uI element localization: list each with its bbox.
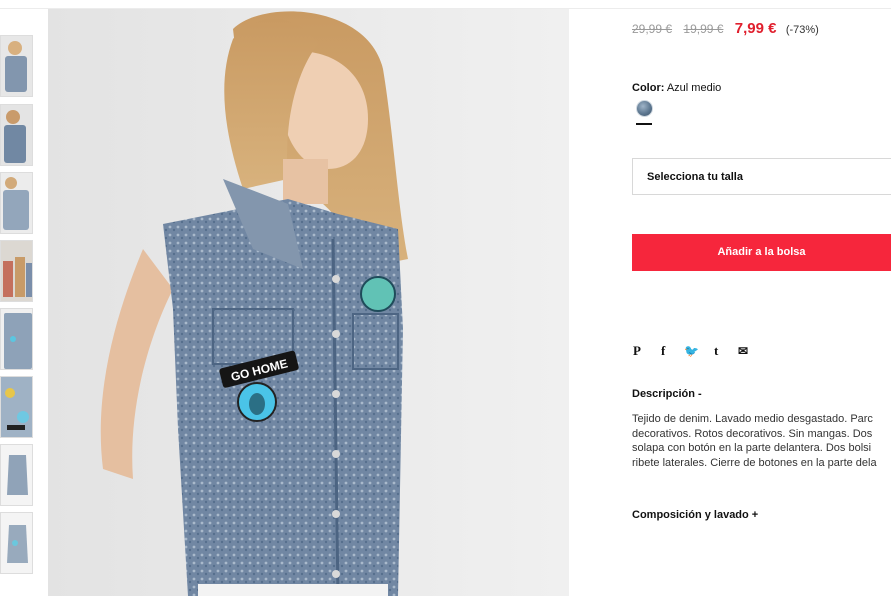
product-info-panel: 29,99 € 19,99 € 7,99 € (-73%) Color: Azu… bbox=[632, 0, 891, 596]
facebook-icon[interactable]: f bbox=[661, 343, 665, 359]
description-line-1: Tejido de denim. Lavado medio desgastado… bbox=[632, 413, 873, 425]
product-image[interactable]: GO HOME bbox=[48, 9, 569, 596]
thumbnail-7[interactable] bbox=[0, 444, 33, 506]
color-label-key: Color: bbox=[632, 82, 665, 94]
composition-toggle[interactable]: Composición y lavado + bbox=[632, 509, 758, 521]
email-icon[interactable]: ✉ bbox=[738, 343, 748, 359]
price-row: 29,99 € 19,99 € 7,99 € (-73%) bbox=[632, 20, 819, 37]
pinterest-icon[interactable]: P bbox=[633, 343, 641, 359]
color-label: Color: Azul medio bbox=[632, 82, 721, 94]
add-to-bag-button[interactable]: Añadir a la bolsa bbox=[632, 234, 891, 271]
tumblr-icon[interactable]: t bbox=[714, 343, 718, 359]
twitter-icon[interactable]: 🐦 bbox=[684, 343, 699, 359]
description-toggle[interactable]: Descripción - bbox=[632, 388, 702, 400]
thumbnail-8[interactable] bbox=[0, 512, 33, 574]
thumbnail-1[interactable] bbox=[0, 35, 33, 97]
selected-swatch-indicator bbox=[636, 123, 652, 125]
color-swatch-azul-medio[interactable] bbox=[636, 100, 653, 117]
description-text: Tejido de denim. Lavado medio desgastado… bbox=[632, 412, 891, 470]
discount-badge: (-73%) bbox=[785, 24, 819, 36]
size-select[interactable]: Selecciona tu talla bbox=[632, 158, 891, 195]
description-line-3: solapa con botón en la parte delantera. … bbox=[632, 442, 872, 455]
thumbnail-4[interactable] bbox=[0, 240, 33, 302]
original-price: 29,99 € bbox=[632, 22, 673, 36]
previous-price: 19,99 € bbox=[683, 22, 724, 36]
thumbnail-3[interactable] bbox=[0, 172, 33, 234]
thumbnail-5[interactable] bbox=[0, 308, 33, 370]
description-line-4: ribete laterales. Cierre de botones en l… bbox=[632, 456, 877, 469]
thumbnail-2[interactable] bbox=[0, 104, 33, 166]
current-price: 7,99 € bbox=[734, 20, 777, 37]
color-value: Azul medio bbox=[666, 82, 722, 94]
description-line-2: decorativos. Rotos decorativos. Sin mang… bbox=[632, 427, 873, 440]
thumbnail-6[interactable] bbox=[0, 376, 33, 438]
